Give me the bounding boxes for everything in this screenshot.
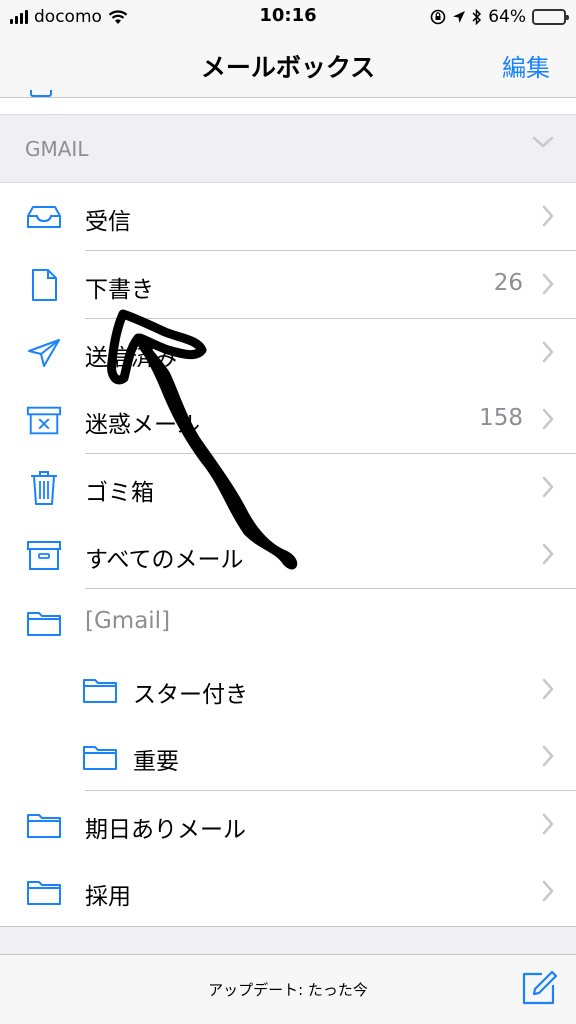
battery-percent: 64% [488, 7, 526, 27]
mailbox-label: 迷惑メール [85, 412, 200, 438]
folder-icon [82, 740, 118, 774]
mailbox-row-junk[interactable]: 迷惑メール 158 [0, 386, 576, 454]
compose-icon[interactable] [520, 969, 558, 1007]
junk-icon [26, 403, 62, 437]
mailbox-label: スター付き [133, 682, 248, 708]
folder-icon [82, 673, 118, 707]
mailbox-row-all-mail[interactable]: すべてのメール [0, 521, 576, 589]
rotation-lock-icon [430, 9, 446, 25]
mailbox-label: ゴミ箱 [85, 480, 154, 506]
mailbox-row-sent[interactable]: 送信済み [0, 319, 576, 387]
folder-icon [26, 808, 62, 842]
chevron-right-icon [542, 678, 554, 700]
sent-icon [26, 336, 62, 370]
mailbox-row-trash[interactable]: ゴミ箱 [0, 454, 576, 522]
chevron-right-icon [542, 205, 554, 227]
page-title: メールボックス [200, 53, 376, 82]
mailbox-row-important[interactable]: 重要 [0, 723, 576, 791]
mailbox-label: 採用 [85, 884, 131, 910]
mailbox-label: 重要 [133, 749, 179, 775]
mailbox-label: 下書き [85, 277, 154, 303]
mailbox-label: 受信 [85, 209, 131, 235]
mailbox-count: 158 [479, 405, 523, 431]
mailbox-icon [30, 90, 52, 97]
mailbox-row-drafts[interactable]: 下書き 26 [0, 251, 576, 319]
gmail-section-header[interactable]: GMAIL [0, 114, 576, 183]
mailbox-row-gmail-folder: [Gmail] [0, 589, 576, 657]
navigation-bar: メールボックス 編集 [0, 36, 576, 98]
inbox-icon [26, 200, 62, 234]
chevron-right-icon [542, 880, 554, 902]
mailbox-count: 26 [493, 270, 523, 296]
mailbox-row-recruiting[interactable]: 採用 [0, 858, 576, 926]
chevron-right-icon [542, 273, 554, 295]
mailbox-row-starred[interactable]: スター付き [0, 656, 576, 724]
mailbox-row-due-mail[interactable]: 期日ありメール [0, 791, 576, 859]
mailbox-label: 期日ありメール [85, 817, 246, 843]
folder-icon [26, 875, 62, 909]
status-bar: docomo 10:16 64% [0, 0, 576, 36]
draft-icon [26, 268, 62, 302]
edit-button[interactable]: 編集 [502, 48, 550, 83]
chevron-right-icon [542, 543, 554, 565]
battery-icon [532, 9, 569, 25]
chevron-right-icon [542, 745, 554, 767]
chevron-right-icon [542, 408, 554, 430]
mailbox-row-inbox[interactable]: 受信 [0, 183, 576, 251]
update-status: アップデート: たった今 [208, 981, 368, 999]
chevron-right-icon [542, 476, 554, 498]
chevron-down-icon[interactable] [532, 135, 554, 149]
list-footer-spacer [0, 926, 576, 954]
trash-icon [26, 471, 62, 505]
chevron-right-icon [542, 341, 554, 363]
mailbox-label: [Gmail] [85, 608, 171, 634]
bottom-toolbar: アップデート: たった今 [0, 954, 576, 1024]
bluetooth-icon [472, 9, 482, 25]
mailbox-label: 送信済み [85, 345, 177, 371]
chevron-right-icon [542, 813, 554, 835]
folder-icon [26, 606, 62, 640]
section-label: GMAIL [25, 137, 89, 161]
status-right: 64% [430, 6, 569, 28]
mailbox-label: すべてのメール [85, 547, 244, 573]
location-icon [453, 11, 466, 23]
archive-icon [26, 538, 62, 572]
